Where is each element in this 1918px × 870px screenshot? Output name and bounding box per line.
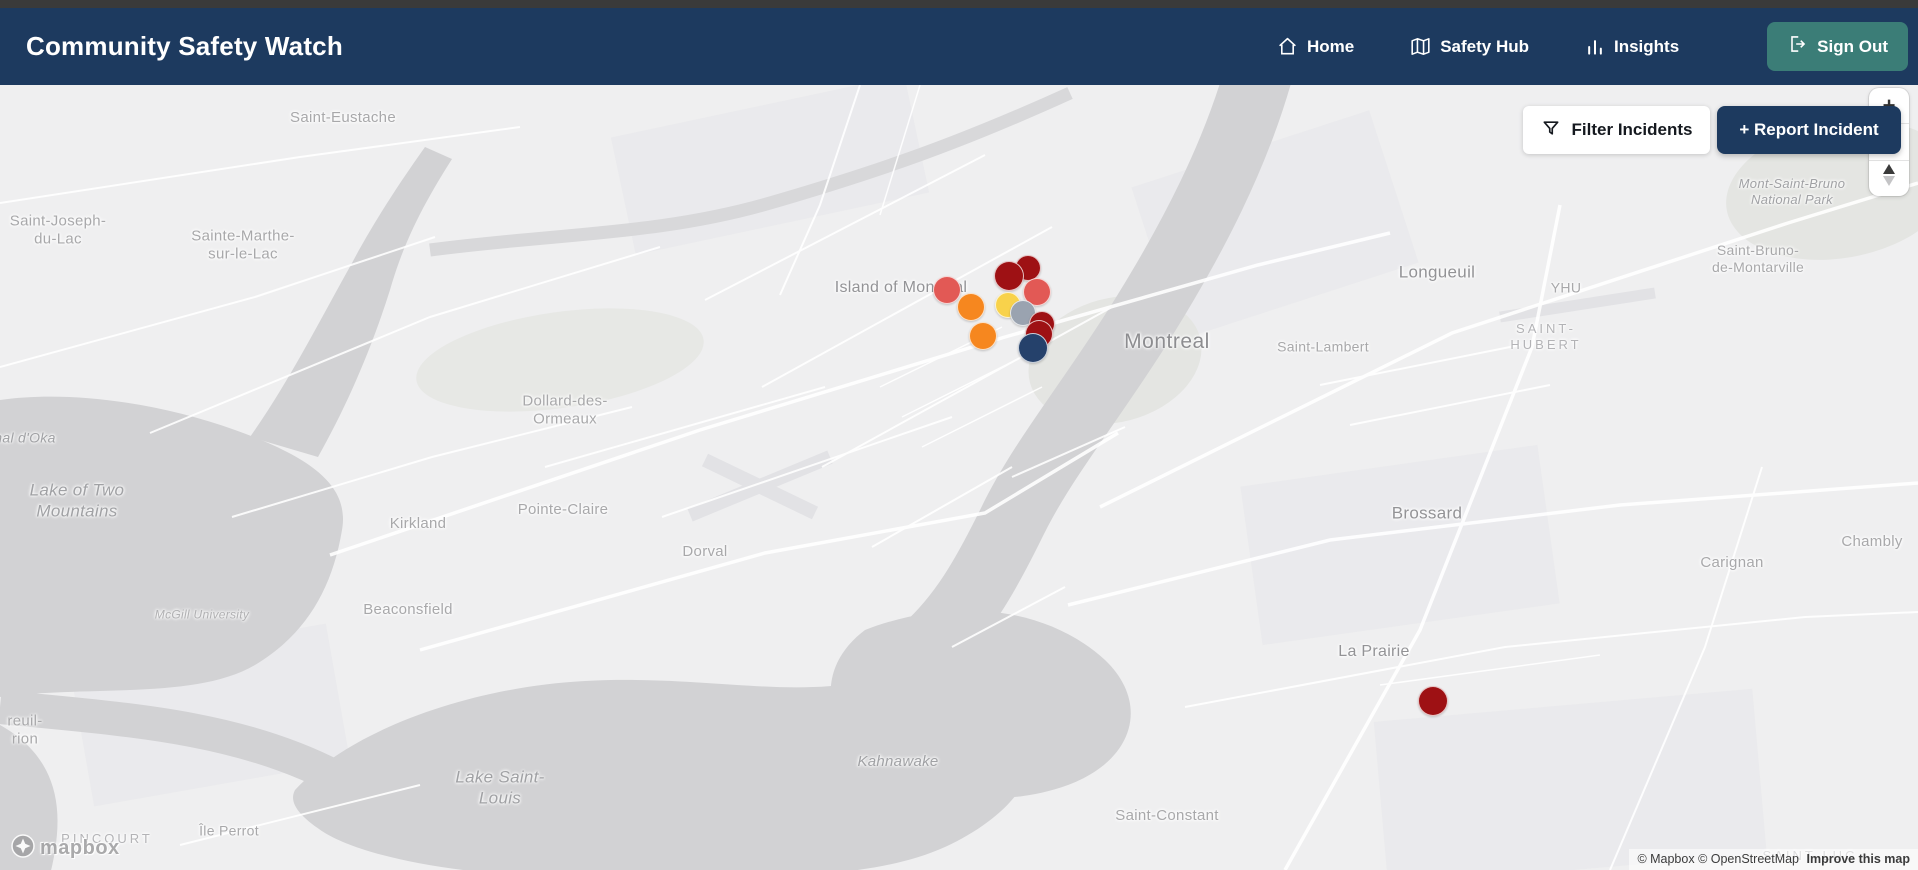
filter-incidents-button[interactable]: Filter Incidents <box>1523 106 1710 154</box>
compass-icon <box>1881 164 1897 192</box>
incident-marker[interactable] <box>957 293 985 321</box>
map-attribution: © Mapbox © OpenStreetMap Improve this ma… <box>1629 849 1918 870</box>
map-icon <box>1410 36 1431 57</box>
nav-label: Safety Hub <box>1440 36 1529 56</box>
nav-label: Insights <box>1614 36 1680 56</box>
nav-item-insights[interactable]: Insights <box>1585 37 1679 57</box>
app-window: Community Safety Watch Home Safety Hub I… <box>0 0 1918 870</box>
incident-marker[interactable] <box>969 322 997 350</box>
map-canvas <box>0 85 1918 870</box>
app-title: Community Safety Watch <box>26 31 343 61</box>
mapbox-logo-text: mapbox <box>40 837 120 859</box>
compass-button[interactable] <box>1869 159 1909 196</box>
window-chrome-strip <box>0 0 1918 8</box>
incident-marker[interactable] <box>1418 686 1448 716</box>
home-icon <box>1277 36 1298 57</box>
report-incident-label: + Report Incident <box>1739 120 1879 139</box>
bar-chart-icon <box>1585 37 1605 57</box>
nav-label: Home <box>1306 36 1355 56</box>
attrib-osm-link[interactable]: © OpenStreetMap <box>1698 852 1799 866</box>
incident-marker[interactable] <box>994 261 1024 291</box>
main-nav: Home Safety Hub Insights Sign Out <box>1277 22 1908 71</box>
nav-item-home[interactable]: Home <box>1277 36 1354 57</box>
incident-marker[interactable] <box>933 276 961 304</box>
incident-marker[interactable] <box>1018 333 1048 363</box>
attrib-mapbox-link[interactable]: © Mapbox <box>1637 852 1694 866</box>
mapbox-logo-icon <box>10 833 36 864</box>
sign-out-button[interactable]: Sign Out <box>1767 22 1908 71</box>
app-header: Community Safety Watch Home Safety Hub I… <box>0 8 1918 85</box>
nav-item-safety-hub[interactable]: Safety Hub <box>1410 36 1529 57</box>
report-incident-button[interactable]: + Report Incident <box>1717 106 1901 154</box>
attrib-improve-link[interactable]: Improve this map <box>1807 852 1911 866</box>
mapbox-logo[interactable]: mapbox <box>10 833 120 864</box>
sign-out-label: Sign Out <box>1817 36 1888 56</box>
funnel-icon <box>1541 118 1561 143</box>
map-viewport[interactable]: Saint-Eustache Saint-Joseph-du-Lac Sainte-… <box>0 85 1918 870</box>
sign-out-icon <box>1787 34 1807 59</box>
filter-incidents-label: Filter Incidents <box>1571 120 1693 139</box>
